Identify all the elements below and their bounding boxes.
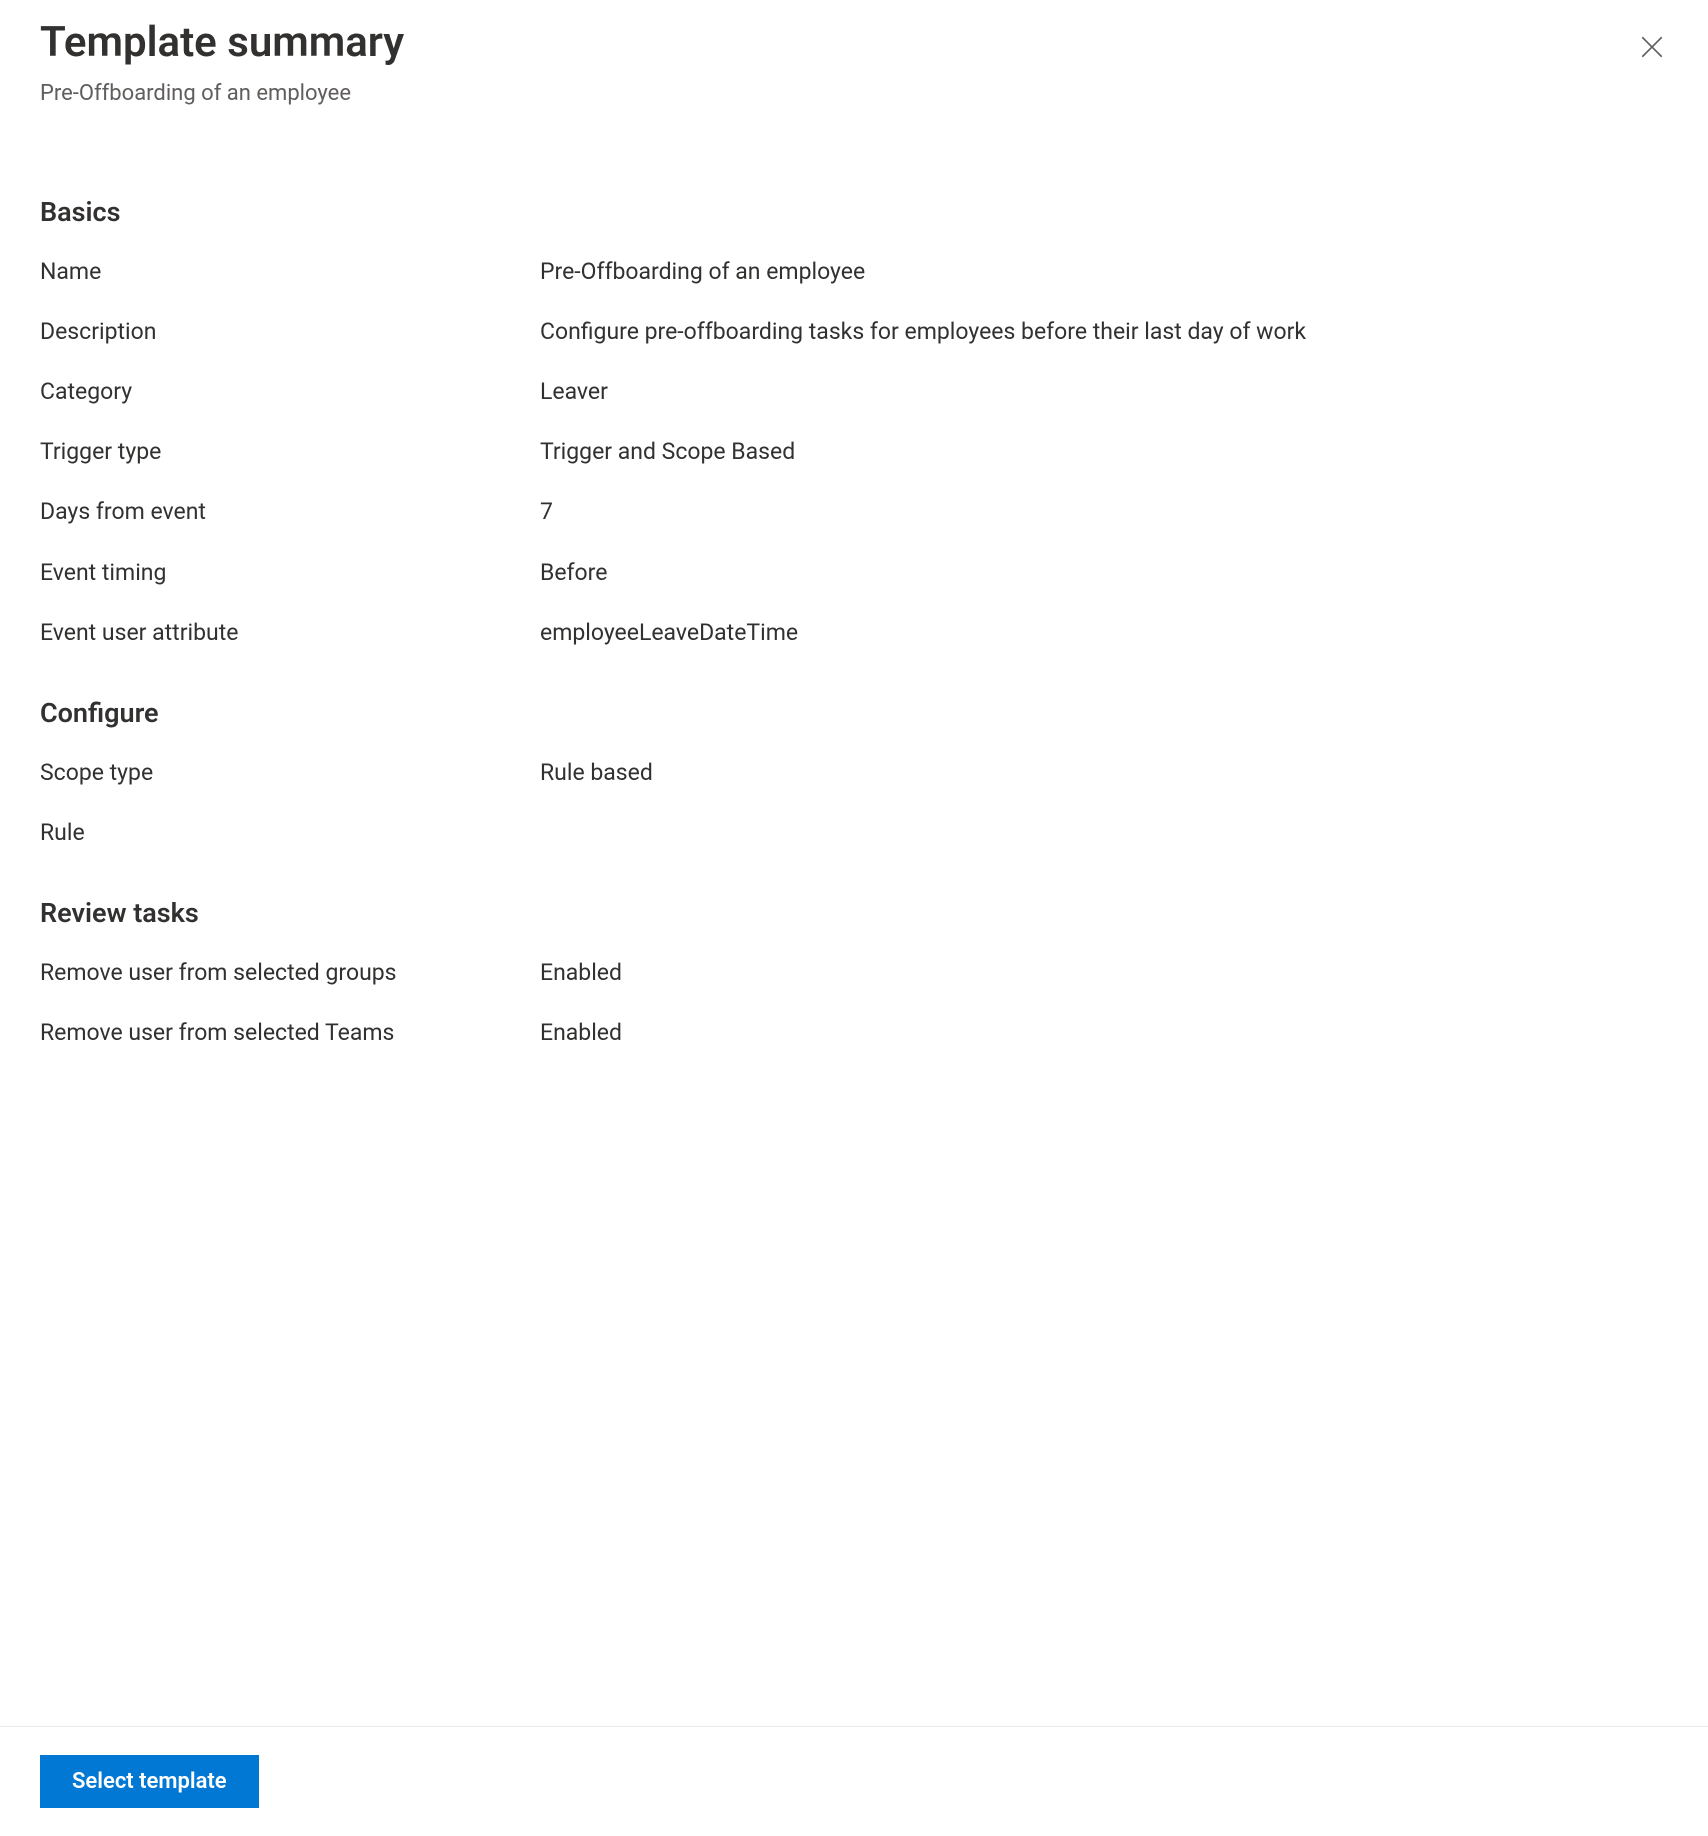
- category-value: Leaver: [540, 376, 608, 408]
- close-icon: [1639, 34, 1665, 63]
- days-from-event-label: Days from event: [40, 496, 540, 528]
- close-button[interactable]: [1636, 32, 1668, 64]
- field-row-trigger-type: Trigger type Trigger and Scope Based: [40, 436, 1668, 468]
- scope-type-value: Rule based: [540, 757, 653, 789]
- basics-heading: Basics: [40, 196, 1668, 228]
- field-row-rule: Rule: [40, 817, 1668, 849]
- description-value: Configure pre-offboarding tasks for empl…: [540, 316, 1306, 348]
- remove-groups-value: Enabled: [540, 957, 622, 989]
- template-summary-panel: Template summary Pre-Offboarding of an e…: [0, 0, 1708, 1836]
- field-row-description: Description Configure pre-offboarding ta…: [40, 316, 1668, 348]
- page-subtitle: Pre-Offboarding of an employee: [40, 81, 1668, 106]
- scope-type-label: Scope type: [40, 757, 540, 789]
- trigger-type-label: Trigger type: [40, 436, 540, 468]
- days-from-event-value: 7: [540, 496, 553, 528]
- basics-section: Basics Name Pre-Offboarding of an employ…: [40, 196, 1668, 649]
- field-row-days-from-event: Days from event 7: [40, 496, 1668, 528]
- panel-header: Template summary Pre-Offboarding of an e…: [40, 16, 1668, 106]
- event-user-attribute-value: employeeLeaveDateTime: [540, 617, 798, 649]
- select-template-button[interactable]: Select template: [40, 1755, 259, 1808]
- field-row-event-user-attribute: Event user attribute employeeLeaveDateTi…: [40, 617, 1668, 649]
- field-row-name: Name Pre-Offboarding of an employee: [40, 256, 1668, 288]
- configure-heading: Configure: [40, 697, 1668, 729]
- panel-content: Basics Name Pre-Offboarding of an employ…: [40, 196, 1668, 1726]
- rule-label: Rule: [40, 817, 540, 849]
- panel-footer: Select template: [0, 1726, 1708, 1836]
- remove-groups-label: Remove user from selected groups: [40, 957, 540, 989]
- configure-section: Configure Scope type Rule based Rule: [40, 697, 1668, 849]
- description-label: Description: [40, 316, 540, 348]
- review-tasks-section: Review tasks Remove user from selected g…: [40, 897, 1668, 1049]
- category-label: Category: [40, 376, 540, 408]
- remove-teams-label: Remove user from selected Teams: [40, 1017, 540, 1049]
- field-row-remove-teams: Remove user from selected Teams Enabled: [40, 1017, 1668, 1049]
- review-tasks-heading: Review tasks: [40, 897, 1668, 929]
- trigger-type-value: Trigger and Scope Based: [540, 436, 795, 468]
- field-row-event-timing: Event timing Before: [40, 557, 1668, 589]
- event-timing-value: Before: [540, 557, 607, 589]
- name-label: Name: [40, 256, 540, 288]
- field-row-remove-groups: Remove user from selected groups Enabled: [40, 957, 1668, 989]
- event-timing-label: Event timing: [40, 557, 540, 589]
- remove-teams-value: Enabled: [540, 1017, 622, 1049]
- field-row-category: Category Leaver: [40, 376, 1668, 408]
- page-title: Template summary: [40, 16, 1668, 71]
- event-user-attribute-label: Event user attribute: [40, 617, 540, 649]
- name-value: Pre-Offboarding of an employee: [540, 256, 865, 288]
- field-row-scope-type: Scope type Rule based: [40, 757, 1668, 789]
